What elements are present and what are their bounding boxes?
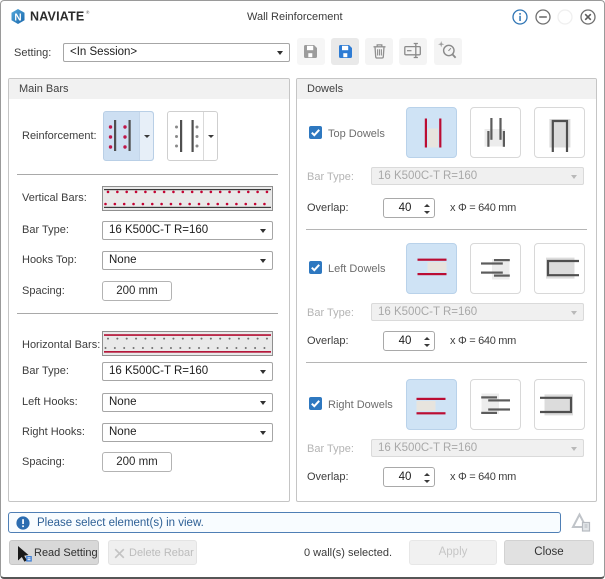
svg-text:N: N [14, 13, 21, 24]
svg-text:®: ® [86, 9, 90, 15]
svg-text:NAVIATE: NAVIATE [30, 10, 84, 24]
